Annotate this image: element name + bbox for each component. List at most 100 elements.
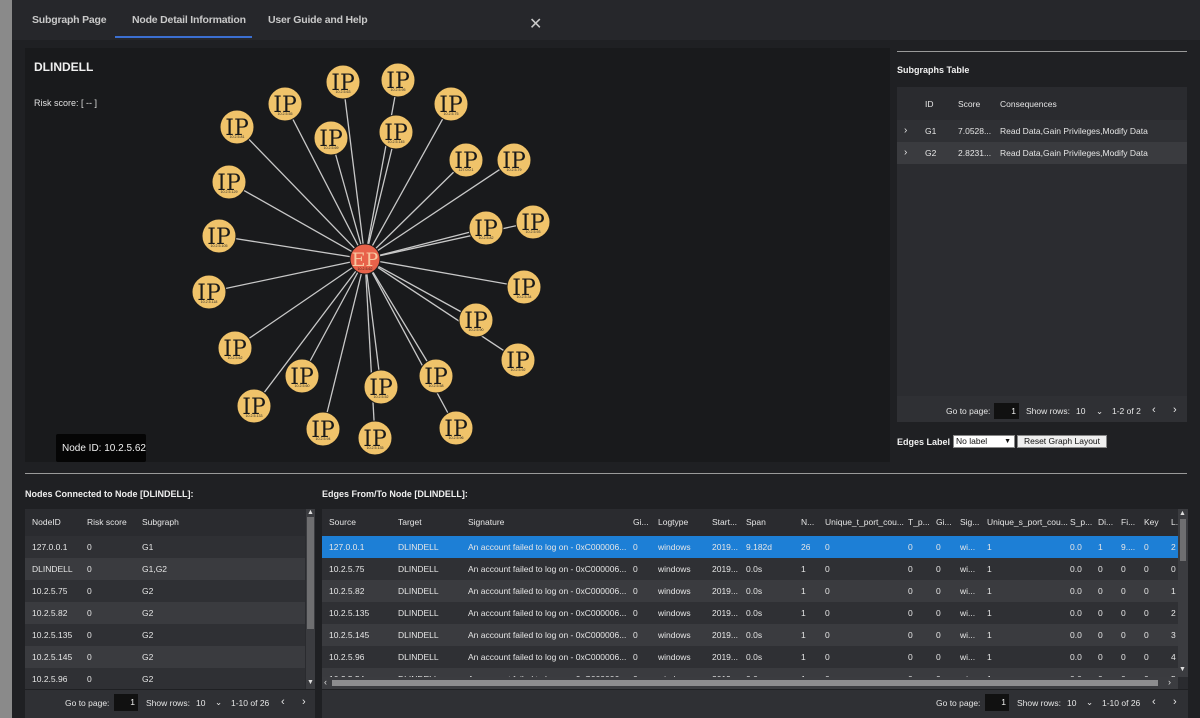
- ip-node[interactable]: IP10.2.5.81: [219, 109, 255, 145]
- table-row[interactable]: 10.2.5.75 0 G2: [25, 580, 305, 602]
- column-header-4[interactable]: Logtype: [658, 509, 688, 536]
- scroll-left-icon[interactable]: ‹: [324, 677, 327, 687]
- table-row[interactable]: 127.0.0.1 0 G1: [25, 536, 305, 558]
- column-header-11[interactable]: Sig...: [960, 509, 979, 536]
- table-row[interactable]: 10.2.5.135 DLINDELL An account failed to l…: [322, 602, 1178, 624]
- ip-node[interactable]: IP10.2.5.63: [325, 64, 361, 100]
- rows-select[interactable]: 10: [1067, 698, 1076, 708]
- table-row[interactable]: 10.2.5.145 0 G2: [25, 646, 305, 668]
- vertical-scrollbar[interactable]: [1178, 509, 1188, 677]
- network-graph[interactable]: IP10.2.5.63 IP10.2.5.95 IP10.2.5.55 IP10.2.…: [0, 0, 890, 470]
- column-header-nodeid[interactable]: NodeID: [32, 509, 61, 536]
- table-row[interactable]: 10.2.5.75 DLINDELL An account failed to lo…: [322, 558, 1178, 580]
- scroll-thumb[interactable]: [307, 517, 314, 629]
- ip-node[interactable]: IP10.2.5.55: [267, 86, 303, 122]
- ip-node[interactable]: IP10.2.5.79: [496, 142, 532, 178]
- column-header-subgraph[interactable]: Subgraph: [142, 509, 179, 536]
- column-header-6[interactable]: Span: [746, 509, 766, 536]
- ip-node[interactable]: IP10.2.5.94: [305, 411, 341, 447]
- table-row[interactable]: DLINDELL 0 G1,G2: [25, 558, 305, 580]
- column-header-0[interactable]: Source: [329, 509, 356, 536]
- horizontal-scrollbar[interactable]: [322, 677, 1178, 689]
- edge-cell: 0.0: [1070, 564, 1082, 574]
- next-page-icon[interactable]: ›: [302, 696, 306, 708]
- column-header-10[interactable]: Gi...: [936, 509, 952, 536]
- page-input[interactable]: 1: [114, 694, 138, 711]
- chevron-down-icon[interactable]: ⌄: [1096, 406, 1103, 417]
- next-page-icon[interactable]: ›: [1173, 404, 1177, 416]
- chevron-right-icon[interactable]: ›: [904, 120, 907, 142]
- ip-node[interactable]: IP10.2.5.82: [468, 210, 504, 246]
- ip-node[interactable]: IP10.2.5.105: [201, 218, 237, 254]
- rows-select[interactable]: 10: [1076, 406, 1085, 416]
- column-header-score[interactable]: Score: [958, 87, 980, 121]
- vertical-scrollbar[interactable]: [306, 509, 315, 689]
- center-node[interactable]: EP10.2.5.62: [349, 243, 381, 275]
- column-header-16[interactable]: Key: [1144, 509, 1159, 536]
- table-row[interactable]: 10.2.5.82 0 G2: [25, 602, 305, 624]
- column-header-9[interactable]: T_p...: [908, 509, 930, 536]
- edges-label-select[interactable]: No label ▼: [953, 435, 1015, 448]
- prev-page-icon[interactable]: ‹: [1152, 696, 1156, 708]
- table-row[interactable]: 10.2.5.96 0 G2: [25, 668, 305, 689]
- ip-node[interactable]: IP10.2.5.95: [380, 62, 416, 98]
- column-header-id[interactable]: ID: [925, 87, 934, 121]
- chevron-down-icon[interactable]: ⌄: [215, 697, 222, 708]
- ip-node[interactable]: IP10.2.5.58: [418, 358, 454, 394]
- ip-node[interactable]: IP10.2.5.129: [211, 164, 247, 200]
- prev-page-icon[interactable]: ‹: [1152, 404, 1156, 416]
- table-row-selected[interactable]: 127.0.0.1 DLINDELL An account failed to lo…: [322, 536, 1178, 558]
- scroll-up-icon[interactable]: ▲: [1179, 510, 1186, 517]
- column-header-14[interactable]: Di...: [1098, 509, 1113, 536]
- prev-page-icon[interactable]: ‹: [281, 696, 285, 708]
- column-header-15[interactable]: Fi...: [1121, 509, 1135, 536]
- ip-node[interactable]: IP10.2.5.96: [438, 410, 474, 446]
- ip-node[interactable]: IP10.2.5.145: [378, 114, 414, 150]
- reset-graph-layout-button[interactable]: Reset Graph Layout: [1017, 435, 1107, 448]
- page-input[interactable]: 1: [985, 694, 1009, 711]
- edge-cell: 0.0: [1070, 542, 1082, 552]
- column-header-12[interactable]: Unique_s_port_cou...: [987, 509, 1068, 536]
- table-row[interactable]: 10.2.5.96 DLINDELL An account failed to lo…: [322, 646, 1178, 668]
- ip-node[interactable]: IP10.2.5.69: [313, 120, 349, 156]
- column-header-2[interactable]: Signature: [468, 509, 504, 536]
- chevron-down-icon[interactable]: ⌄: [1086, 697, 1093, 708]
- ip-node[interactable]: IP10.2.5.90: [458, 302, 494, 338]
- ip-node[interactable]: IP10.2.5.60: [284, 358, 320, 394]
- scroll-down-icon[interactable]: ▼: [1179, 666, 1186, 673]
- column-header-consequences[interactable]: Consequences: [1000, 87, 1057, 121]
- edge-cell: wi...: [960, 586, 976, 596]
- chevron-right-icon[interactable]: ›: [904, 142, 907, 164]
- ip-node[interactable]: IP127.0.0.1: [448, 142, 484, 178]
- ip-node[interactable]: IP10.2.5.75: [433, 86, 469, 122]
- ip-node[interactable]: IP10.2.5.135: [357, 420, 393, 456]
- table-row[interactable]: 10.2.5.82 DLINDELL An account failed to lo…: [322, 580, 1178, 602]
- ip-node[interactable]: IP10.2.5.133: [236, 388, 272, 424]
- ip-node[interactable]: IP10.2.5.34: [506, 269, 542, 305]
- column-header-13[interactable]: S_p...: [1070, 509, 1092, 536]
- scroll-up-icon[interactable]: ▲: [307, 509, 314, 516]
- ip-node[interactable]: IP10.2.5.93: [515, 204, 551, 240]
- table-row[interactable]: › G1 7.0528... Read Data,Gain Privileges…: [897, 120, 1187, 142]
- column-header-7[interactable]: N...: [801, 509, 814, 536]
- ip-node[interactable]: IP10.2.5.92: [500, 342, 536, 378]
- column-header-1[interactable]: Target: [398, 509, 422, 536]
- rows-select[interactable]: 10: [196, 698, 205, 708]
- scroll-right-icon[interactable]: ›: [1168, 677, 1171, 687]
- table-row[interactable]: 10.2.5.145 DLINDELL An account failed to l…: [322, 624, 1178, 646]
- ip-node[interactable]: IP10.2.5.118: [191, 274, 227, 310]
- scroll-thumb[interactable]: [332, 680, 1158, 686]
- column-header-3[interactable]: Gi...: [633, 509, 649, 536]
- scroll-down-icon[interactable]: ▼: [307, 679, 314, 686]
- table-row[interactable]: › G2 2.8231... Read Data,Gain Privileges…: [897, 142, 1187, 164]
- edge-cell: 2019...: [712, 542, 738, 552]
- page-input[interactable]: 1: [994, 403, 1019, 419]
- next-page-icon[interactable]: ›: [1173, 696, 1177, 708]
- scroll-thumb[interactable]: [1180, 519, 1186, 561]
- ip-node[interactable]: IP10.2.5.52: [363, 369, 399, 405]
- column-header-risk-score[interactable]: Risk score: [87, 509, 127, 536]
- table-row[interactable]: 10.2.5.135 0 G2: [25, 624, 305, 646]
- ip-node[interactable]: IP10.2.5.62: [217, 330, 253, 366]
- column-header-8[interactable]: Unique_t_port_cou...: [825, 509, 904, 536]
- column-header-5[interactable]: Start...: [712, 509, 737, 536]
